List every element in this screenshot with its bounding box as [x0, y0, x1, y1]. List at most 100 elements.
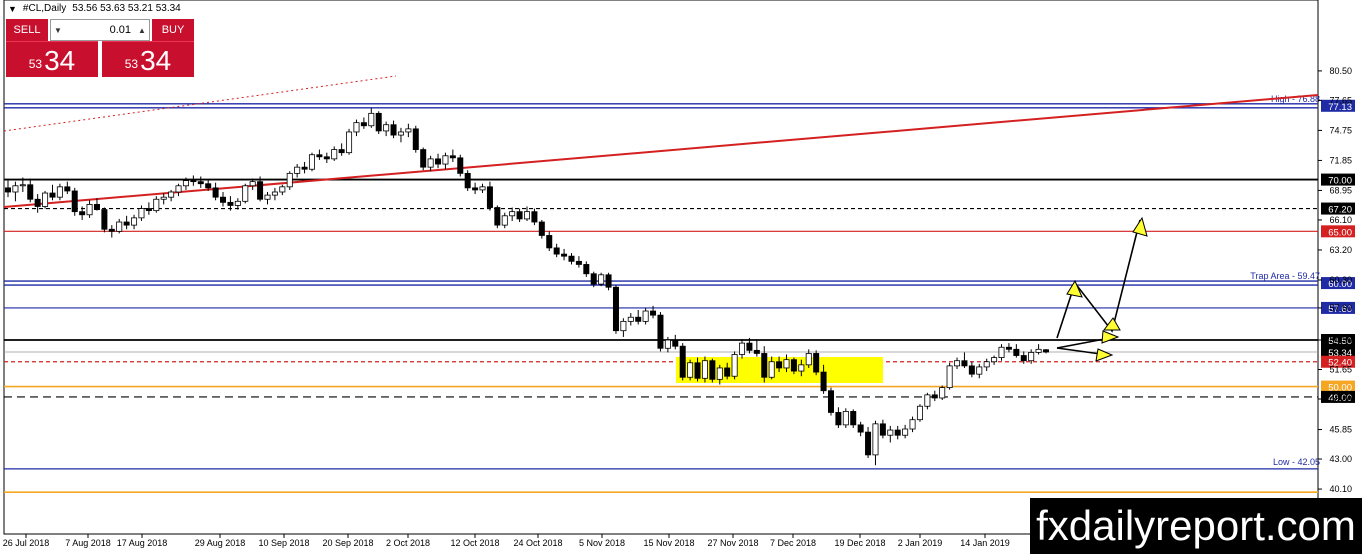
candle[interactable] [642, 307, 649, 325]
candle[interactable] [472, 182, 479, 195]
candle[interactable] [123, 215, 130, 230]
candle[interactable] [561, 248, 568, 261]
candle[interactable] [842, 408, 849, 428]
candle[interactable] [360, 117, 367, 129]
candle[interactable] [42, 190, 49, 209]
candle[interactable] [575, 256, 582, 268]
candle[interactable] [961, 352, 968, 368]
candle[interactable] [605, 272, 612, 291]
candle[interactable] [153, 196, 160, 213]
candle[interactable] [850, 409, 857, 428]
candle[interactable] [954, 357, 961, 369]
candle[interactable] [190, 175, 197, 186]
candle[interactable] [612, 285, 619, 334]
sell-price[interactable]: 53 34 [6, 41, 98, 77]
lot-decrease-icon[interactable]: ▼ [51, 26, 65, 35]
candle[interactable] [709, 358, 716, 383]
candle[interactable] [390, 120, 397, 139]
candle[interactable] [916, 404, 923, 422]
candle[interactable] [212, 182, 219, 201]
candle[interactable] [175, 183, 182, 197]
candle[interactable] [64, 181, 71, 195]
candle[interactable] [946, 362, 953, 390]
candle[interactable] [931, 390, 938, 402]
buy-button[interactable]: BUY [152, 19, 194, 41]
collapse-icon[interactable]: ▼ [8, 4, 17, 14]
candle[interactable] [405, 123, 412, 138]
candle[interactable] [301, 161, 308, 174]
candle[interactable] [449, 149, 456, 162]
candle[interactable] [457, 154, 464, 177]
candle[interactable] [5, 180, 11, 198]
candle[interactable] [86, 200, 93, 218]
candle[interactable] [531, 208, 538, 226]
candle[interactable] [242, 183, 249, 204]
candle[interactable] [168, 189, 175, 202]
candle[interactable] [627, 313, 634, 326]
candle[interactable] [509, 207, 516, 221]
candle[interactable] [435, 153, 442, 169]
candle[interactable] [857, 421, 864, 437]
candle[interactable] [583, 261, 590, 277]
candle[interactable] [924, 392, 931, 410]
candle[interactable] [939, 385, 946, 401]
candle[interactable] [346, 128, 353, 155]
candle[interactable] [323, 152, 330, 164]
candle[interactable] [731, 351, 738, 380]
candle[interactable] [383, 121, 390, 137]
candle[interactable] [976, 363, 983, 379]
candle[interactable] [427, 155, 434, 172]
candle[interactable] [279, 184, 286, 196]
candle[interactable] [865, 426, 872, 458]
candle[interactable] [894, 425, 901, 440]
candle[interactable] [1043, 349, 1050, 354]
candle[interactable] [1013, 344, 1020, 358]
candle[interactable] [1005, 343, 1012, 353]
candle[interactable] [412, 125, 419, 153]
candle[interactable] [879, 419, 886, 439]
candle[interactable] [887, 425, 894, 443]
buy-price[interactable]: 53 34 [102, 41, 194, 77]
candle[interactable] [701, 356, 708, 383]
lot-size-value[interactable]: 0.01 [65, 24, 135, 36]
candle[interactable] [494, 205, 501, 229]
candle[interactable] [657, 312, 664, 352]
price-chart[interactable]: High - 76.88Trap Area - 59.47Low - 42.05… [0, 0, 1362, 554]
candle[interactable] [27, 178, 34, 203]
candle[interactable] [353, 119, 360, 137]
candle[interactable] [316, 149, 323, 160]
candle[interactable] [872, 420, 879, 466]
candle[interactable] [835, 407, 842, 428]
candle[interactable] [983, 358, 990, 372]
candle[interactable] [101, 207, 108, 233]
candle[interactable] [49, 184, 56, 201]
candle[interactable] [501, 212, 508, 229]
candle[interactable] [464, 170, 471, 191]
candle[interactable] [553, 243, 560, 258]
candle[interactable] [909, 416, 916, 433]
candle[interactable] [160, 193, 167, 205]
candle[interactable] [516, 208, 523, 223]
candle[interactable] [286, 171, 293, 190]
candle[interactable] [991, 355, 998, 365]
candle[interactable] [375, 111, 382, 135]
candle[interactable] [56, 183, 63, 201]
candle[interactable] [546, 231, 553, 251]
candle[interactable] [620, 318, 627, 337]
candle[interactable] [827, 387, 834, 416]
candle[interactable] [234, 198, 241, 210]
candle[interactable] [635, 309, 642, 325]
candle[interactable] [598, 272, 605, 287]
candle[interactable] [998, 344, 1005, 361]
candle[interactable] [479, 183, 486, 194]
candle[interactable] [739, 338, 746, 359]
candle[interactable] [220, 192, 227, 207]
candle[interactable] [672, 334, 679, 350]
candle[interactable] [338, 143, 345, 156]
candle[interactable] [902, 424, 909, 439]
candle[interactable] [568, 253, 575, 265]
lot-size-field[interactable]: ▼ 0.01 ▲ [50, 19, 150, 41]
candle[interactable] [1035, 344, 1042, 355]
candle[interactable] [12, 181, 19, 202]
lot-increase-icon[interactable]: ▲ [135, 26, 149, 35]
